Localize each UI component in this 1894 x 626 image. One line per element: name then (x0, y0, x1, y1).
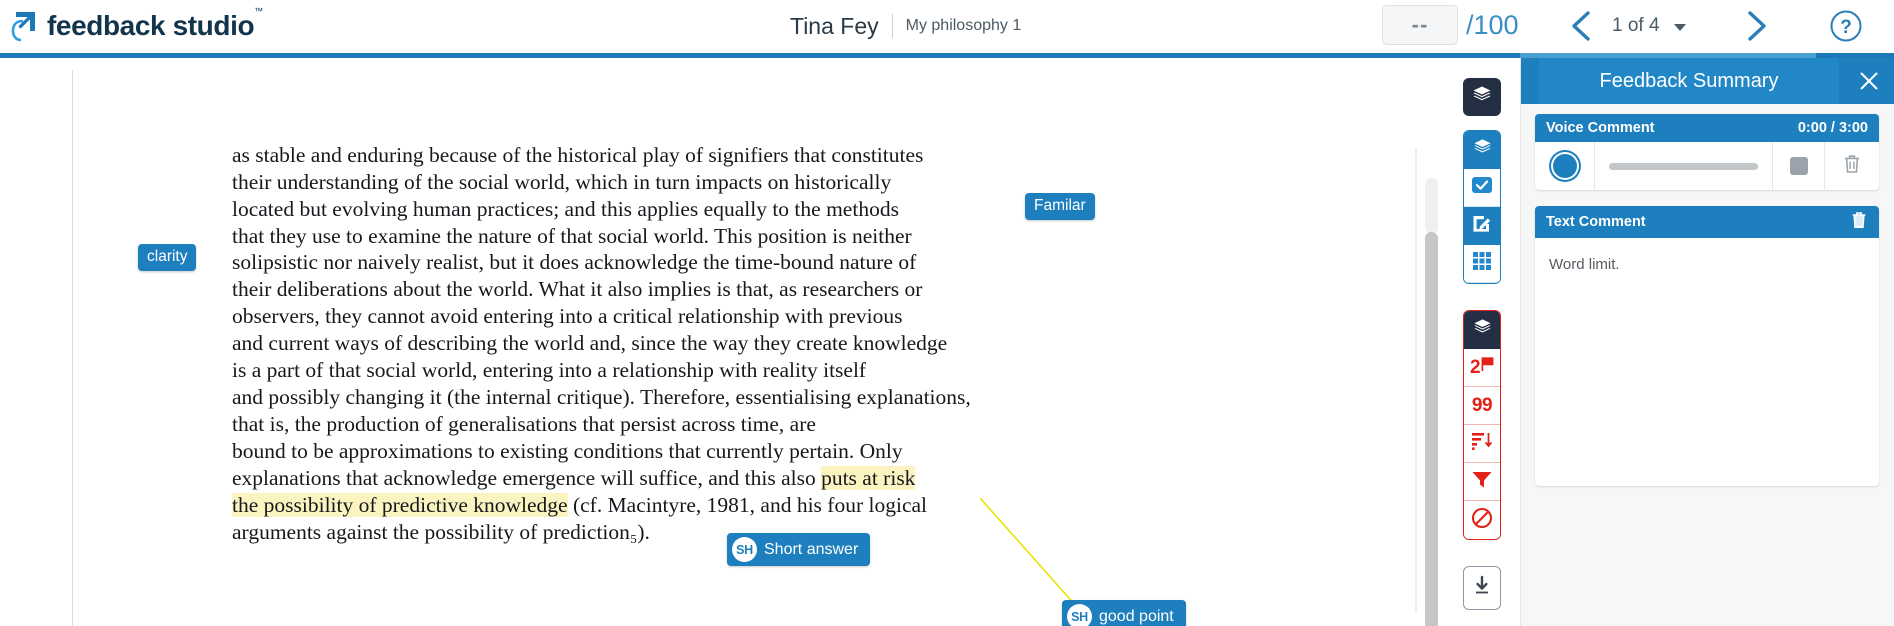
quickmark-label: clarity (147, 248, 188, 265)
grid-rubric-icon (1472, 251, 1492, 276)
grading-toolbar (1463, 130, 1501, 284)
document-titles: Tina Fey My philosophy 1 (790, 9, 1021, 43)
toolbar-rubric-button[interactable] (1464, 245, 1500, 283)
layers-toggle-button[interactable] (1463, 78, 1501, 116)
quickmark-badge: SH (732, 537, 757, 562)
toolbar-exclude-button[interactable] (1464, 501, 1500, 539)
filter-funnel-icon (1471, 469, 1493, 494)
quickmark-good-point[interactable]: SH good point (1062, 600, 1186, 626)
toolbar-similarity-score[interactable]: 99 (1464, 387, 1500, 425)
page-indicator-label[interactable]: 1 of 4 (1612, 15, 1660, 37)
similarity-score-label: 99 (1471, 394, 1493, 416)
trash-icon (1842, 153, 1862, 180)
progress-track (1609, 162, 1758, 170)
toolbar-layers-header-red[interactable] (1464, 311, 1500, 349)
feedback-summary-panel: Feedback Summary Voice Comment 0:00 / 3:… (1520, 58, 1894, 626)
flag-icon (1481, 356, 1494, 378)
pencil-edit-icon (1471, 212, 1493, 239)
close-x-icon[interactable] (1857, 69, 1881, 93)
page-left-margin-rule (72, 70, 73, 626)
voice-comment-header: Voice Comment 0:00 / 3:00 (1535, 114, 1879, 142)
quickmark-label: Familar (1034, 197, 1086, 214)
feedback-summary-title[interactable]: Feedback Summary (1539, 58, 1839, 104)
feedback-summary-header: Feedback Summary (1521, 58, 1894, 104)
title-divider (891, 14, 893, 38)
scrollbar-track[interactable] (1415, 148, 1417, 613)
app-logo[interactable]: feedback studio ™ (10, 5, 263, 47)
feedback-studio-window: feedback studio ™ Tina Fey My philosophy… (0, 0, 1894, 626)
prohibited-circle-icon (1471, 507, 1493, 534)
chevron-right-icon[interactable] (1736, 5, 1778, 47)
download-icon (1471, 574, 1493, 603)
stop-square-icon (1789, 157, 1808, 175)
layers-icon (1472, 85, 1492, 110)
paper-body-text: as stable and enduring because of the hi… (232, 88, 1072, 572)
app-header: feedback studio ™ Tina Fey My philosophy… (0, 0, 1894, 53)
caret-down-icon[interactable] (1673, 24, 1686, 31)
grade-max-label: /100 (1466, 9, 1519, 40)
highlight-puts-at-risk[interactable]: puts at risk (821, 465, 916, 490)
sort-descending-icon (1471, 431, 1493, 456)
delete-voice-button[interactable] (1825, 142, 1879, 190)
quickmark-label: good point (1099, 607, 1174, 625)
app-logo-text: feedback studio (47, 10, 255, 41)
record-button[interactable] (1535, 142, 1595, 190)
quickmark-clarity[interactable]: clarity (138, 244, 197, 271)
scrollbar-thumb-upper[interactable] (1425, 178, 1438, 234)
text-comment-body[interactable]: Word limit. (1535, 238, 1879, 291)
highlight-predictive-knowledge[interactable]: the possibility of predictive knowledge (232, 492, 568, 517)
question-circle-icon[interactable]: ? (1828, 8, 1864, 44)
toolbar-flag-count[interactable]: 2 (1464, 349, 1500, 387)
stop-button[interactable] (1773, 142, 1825, 190)
text-comment-header: Text Comment (1535, 206, 1879, 238)
paper-clipped-line: as stable and enduring because of the hi… (232, 142, 924, 167)
toolbar-filter-button[interactable] (1464, 463, 1500, 501)
paper-text-part-1: their understanding of the social world,… (232, 169, 971, 490)
trademark-symbol: ™ (254, 6, 264, 16)
voice-comment-time: 0:00 / 3:00 (1797, 120, 1868, 136)
chevron-left-icon[interactable] (1560, 5, 1602, 47)
voice-comment-title: Voice Comment (1546, 120, 1655, 136)
record-circle-icon (1552, 154, 1577, 178)
voice-progress-bar[interactable] (1595, 142, 1773, 190)
paper-pager: 1 of 4 (1560, 4, 1778, 48)
paper-title: My philosophy 1 (905, 17, 1022, 34)
layers-icon (1473, 318, 1492, 342)
svg-text:?: ? (1840, 17, 1852, 38)
arrow-in-square-icon (10, 10, 40, 42)
checkmark-box-icon (1470, 175, 1494, 200)
toolbar-grading-button[interactable] (1464, 169, 1500, 207)
voice-comment-card: Voice Comment 0:00 / 3:00 (1535, 114, 1879, 190)
download-button[interactable] (1463, 566, 1501, 610)
layers-icon (1473, 138, 1492, 162)
quickmark-label: Short answer (764, 540, 859, 558)
grade-input[interactable]: -- (1382, 5, 1458, 45)
flag-count-label: 2 (1469, 356, 1481, 378)
quickmark-short-answer[interactable]: SH Short answer (727, 533, 871, 566)
toolbar-sort-button[interactable] (1464, 425, 1500, 463)
grade-control: -- /100 (1382, 5, 1519, 45)
scrollbar-thumb[interactable] (1425, 232, 1438, 626)
quickmark-familar[interactable]: Familar (1025, 193, 1095, 220)
toolbar-layers-header[interactable] (1464, 131, 1500, 169)
delete-text-comment-button[interactable] (1850, 210, 1868, 234)
quickmark-badge: SH (1067, 604, 1092, 626)
text-comment-card: Text Comment Word limit. (1535, 206, 1879, 486)
document-viewer[interactable]: as stable and enduring because of the hi… (0, 58, 1520, 626)
text-comment-title: Text Comment (1546, 214, 1646, 230)
toolbar-quickmarks-button[interactable] (1464, 207, 1500, 245)
voice-comment-controls (1535, 142, 1879, 190)
similarity-toolbar: 2 99 (1463, 310, 1501, 540)
student-name: Tina Fey (790, 12, 879, 39)
